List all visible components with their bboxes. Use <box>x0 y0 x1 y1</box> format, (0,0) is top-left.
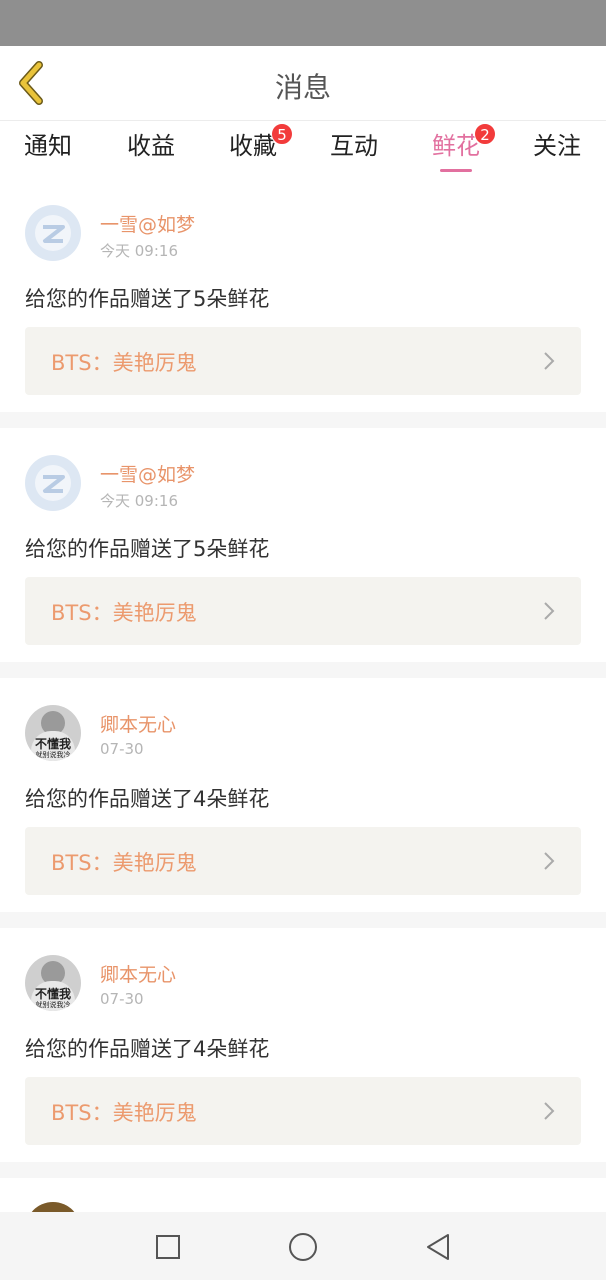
home-button[interactable] <box>288 1232 318 1262</box>
favorites-count-badge: 5 <box>271 123 293 145</box>
tab-label: 收藏 <box>229 132 277 160</box>
page-title: 消息 <box>274 71 331 104</box>
tab-label: 鲜花 <box>432 132 480 160</box>
divider <box>0 412 606 428</box>
tab-interactions[interactable]: 互动 <box>314 129 394 175</box>
work-title: BTS：美艳厉鬼 <box>51 601 197 625</box>
message-item: 不懂我 就别说我冷 卿本无心 07-30 给您的作品赠送了4朵鲜花 BTS：美艳… <box>0 678 606 912</box>
tab-notifications[interactable]: 通知 <box>8 129 88 175</box>
status-bar <box>0 0 606 46</box>
active-tab-indicator <box>440 169 472 172</box>
user-name[interactable]: 卿本无心 <box>100 960 176 987</box>
work-link[interactable]: BTS：美艳厉鬼 <box>25 577 581 645</box>
user-name[interactable]: 一雪@如梦 <box>100 210 195 237</box>
work-title: BTS：美艳厉鬼 <box>51 851 197 875</box>
tab-bar: 通知 收益 收藏 5 互动 鲜花 2 关注 <box>0 121 606 178</box>
square-icon <box>156 1235 180 1259</box>
user-name[interactable]: 卿本无心 <box>100 710 176 737</box>
tab-earnings[interactable]: 收益 <box>111 129 191 175</box>
triangle-back-icon <box>427 1234 449 1260</box>
chevron-right-icon <box>544 1102 555 1120</box>
message-item: 一雪@如梦 今天 09:16 给您的作品赠送了5朵鲜花 BTS：美艳厉鬼 <box>0 178 606 412</box>
chevron-right-icon <box>544 852 555 870</box>
recent-apps-button[interactable] <box>153 1232 183 1262</box>
avatar[interactable] <box>25 205 81 261</box>
header: 消息 <box>0 46 606 121</box>
message-text: 给您的作品赠送了4朵鲜花 <box>25 787 270 811</box>
work-link[interactable]: BTS：美艳厉鬼 <box>25 1077 581 1145</box>
message-item: 一雪@如梦 今天 09:16 给您的作品赠送了5朵鲜花 BTS：美艳厉鬼 <box>0 428 606 662</box>
avatar-subcaption: 就别说我冷 <box>35 751 71 759</box>
post-time: 07-30 <box>100 990 144 1008</box>
default-avatar-icon <box>35 465 71 501</box>
divider <box>0 1162 606 1178</box>
avatar-subcaption: 就别说我冷 <box>35 1001 71 1009</box>
divider <box>0 662 606 678</box>
message-text: 给您的作品赠送了5朵鲜花 <box>25 287 270 311</box>
chevron-right-icon <box>544 352 555 370</box>
tab-favorites[interactable]: 收藏 5 <box>213 123 293 175</box>
avatar[interactable]: 不懂我 就别说我冷 <box>25 705 81 761</box>
tab-label: 关注 <box>533 132 581 160</box>
post-time: 07-30 <box>100 740 144 758</box>
avatar[interactable]: 不懂我 就别说我冷 <box>25 955 81 1011</box>
tab-flowers[interactable]: 鲜花 2 <box>416 123 496 175</box>
divider <box>0 912 606 928</box>
tab-following[interactable]: 关注 <box>517 129 597 175</box>
tab-label: 通知 <box>24 132 72 160</box>
default-avatar-icon <box>35 215 71 251</box>
system-nav-bar <box>0 1212 606 1280</box>
tab-label: 互动 <box>330 132 378 160</box>
tab-label: 收益 <box>127 132 175 160</box>
message-text: 给您的作品赠送了4朵鲜花 <box>25 1037 270 1061</box>
chevron-right-icon <box>544 602 555 620</box>
avatar[interactable] <box>25 455 81 511</box>
user-name[interactable]: 一雪@如梦 <box>100 460 195 487</box>
work-title: BTS：美艳厉鬼 <box>51 1101 197 1125</box>
work-title: BTS：美艳厉鬼 <box>51 351 197 375</box>
message-text: 给您的作品赠送了5朵鲜花 <box>25 537 270 561</box>
post-time: 今天 09:16 <box>100 492 178 510</box>
message-feed: 一雪@如梦 今天 09:16 给您的作品赠送了5朵鲜花 BTS：美艳厉鬼 一雪@… <box>0 178 606 1218</box>
back-nav-button[interactable] <box>423 1232 453 1262</box>
flowers-count-badge: 2 <box>474 123 496 145</box>
work-link[interactable]: BTS：美艳厉鬼 <box>25 327 581 395</box>
post-time: 今天 09:16 <box>100 242 178 260</box>
work-link[interactable]: BTS：美艳厉鬼 <box>25 827 581 895</box>
circle-icon <box>289 1233 317 1261</box>
message-item: 不懂我 就别说我冷 卿本无心 07-30 给您的作品赠送了4朵鲜花 BTS：美艳… <box>0 928 606 1162</box>
